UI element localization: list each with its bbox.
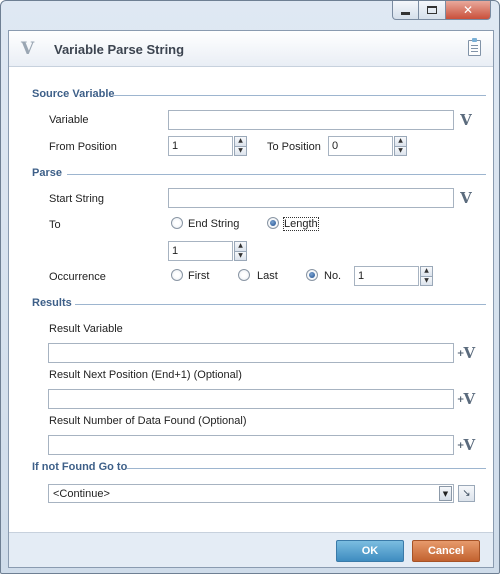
chevron-down-icon[interactable]: ▼: [439, 486, 452, 501]
minimize-button[interactable]: [392, 1, 419, 20]
close-icon: ✕: [462, 3, 474, 17]
occurrence-number-input[interactable]: 1: [354, 266, 419, 286]
from-position-stepper[interactable]: ▲ ▼: [234, 136, 247, 156]
to-position-stepper[interactable]: ▲ ▼: [394, 136, 407, 156]
number-radio[interactable]: [306, 269, 318, 281]
maximize-button[interactable]: [419, 1, 446, 20]
first-radio[interactable]: [171, 269, 183, 281]
to-position-label: To Position: [267, 141, 321, 153]
section-divider: [127, 468, 486, 469]
notes-icon[interactable]: [468, 38, 481, 56]
section-parse: Parse: [32, 167, 62, 179]
spin-down-icon[interactable]: ▼: [394, 146, 407, 156]
to-label: To: [49, 219, 61, 231]
titlebar-controls: ✕: [392, 1, 491, 21]
close-button[interactable]: ✕: [446, 1, 491, 20]
minimize-icon: [401, 11, 410, 15]
maximize-icon: [427, 6, 437, 14]
spin-up-icon[interactable]: ▲: [234, 136, 247, 147]
end-string-label[interactable]: End String: [188, 218, 239, 230]
add-variable-icon[interactable]: + V: [456, 343, 476, 363]
result-variable-input[interactable]: [48, 343, 454, 363]
section-divider: [67, 174, 486, 175]
section-if-not-found: If not Found Go to: [32, 461, 128, 473]
dialog-content: V Variable Parse String Source Variable …: [8, 30, 494, 568]
add-variable-glyph: V: [463, 436, 476, 454]
result-variable-label: Result Variable: [49, 323, 123, 335]
section-divider: [75, 304, 486, 305]
cancel-button[interactable]: Cancel: [412, 540, 480, 562]
next-position-label: Result Next Position (End+1) (Optional): [49, 369, 242, 381]
variable-picker-glyph: V: [460, 189, 472, 207]
goto-select[interactable]: <Continue> ▼: [48, 484, 454, 503]
add-variable-glyph: V: [463, 344, 476, 362]
first-label[interactable]: First: [188, 270, 209, 282]
add-variable-glyph: V: [463, 390, 476, 408]
occurrence-label: Occurrence: [49, 271, 106, 283]
dialog-window: ✕ V Variable Parse String Source Variabl…: [0, 0, 500, 574]
spin-down-icon[interactable]: ▼: [420, 276, 433, 286]
section-divider: [114, 95, 486, 96]
from-position-label: From Position: [49, 141, 117, 153]
data-found-input[interactable]: [48, 435, 454, 455]
length-stepper[interactable]: ▲ ▼: [234, 241, 247, 261]
length-input[interactable]: 1: [168, 241, 233, 261]
from-position-input[interactable]: 1: [168, 136, 233, 156]
end-string-radio[interactable]: [171, 217, 183, 229]
add-variable-icon[interactable]: + V: [456, 435, 476, 455]
to-position-input[interactable]: 0: [328, 136, 393, 156]
spin-down-icon[interactable]: ▼: [234, 146, 247, 156]
app-logo-icon: V: [21, 39, 35, 59]
occurrence-number-stepper[interactable]: ▲ ▼: [420, 266, 433, 286]
goto-jump-icon[interactable]: ↘: [458, 485, 475, 502]
length-radio[interactable]: [267, 217, 279, 229]
spin-up-icon[interactable]: ▲: [394, 136, 407, 147]
variable-picker-glyph: V: [460, 111, 472, 129]
dialog-footer: OK Cancel: [9, 532, 493, 567]
last-label[interactable]: Last: [257, 270, 278, 282]
add-variable-icon[interactable]: + V: [456, 389, 476, 409]
spin-up-icon[interactable]: ▲: [420, 266, 433, 277]
start-string-label: Start String: [49, 193, 105, 205]
spin-up-icon[interactable]: ▲: [234, 241, 247, 252]
variable-picker-icon[interactable]: V: [456, 110, 476, 130]
section-results: Results: [32, 297, 72, 309]
dialog-title: Variable Parse String: [54, 42, 185, 57]
section-source-variable: Source Variable: [32, 88, 115, 100]
goto-select-value: <Continue>: [53, 488, 110, 500]
last-radio[interactable]: [238, 269, 250, 281]
number-label[interactable]: No.: [324, 270, 341, 282]
dialog-header: V Variable Parse String: [9, 31, 493, 67]
spin-down-icon[interactable]: ▼: [234, 251, 247, 261]
variable-label: Variable: [49, 114, 89, 126]
next-position-input[interactable]: [48, 389, 454, 409]
variable-picker-icon[interactable]: V: [456, 188, 476, 208]
start-string-input[interactable]: [168, 188, 454, 208]
data-found-label: Result Number of Data Found (Optional): [49, 415, 247, 427]
ok-button[interactable]: OK: [336, 540, 404, 562]
variable-input[interactable]: [168, 110, 454, 130]
length-label[interactable]: Length: [283, 217, 319, 231]
